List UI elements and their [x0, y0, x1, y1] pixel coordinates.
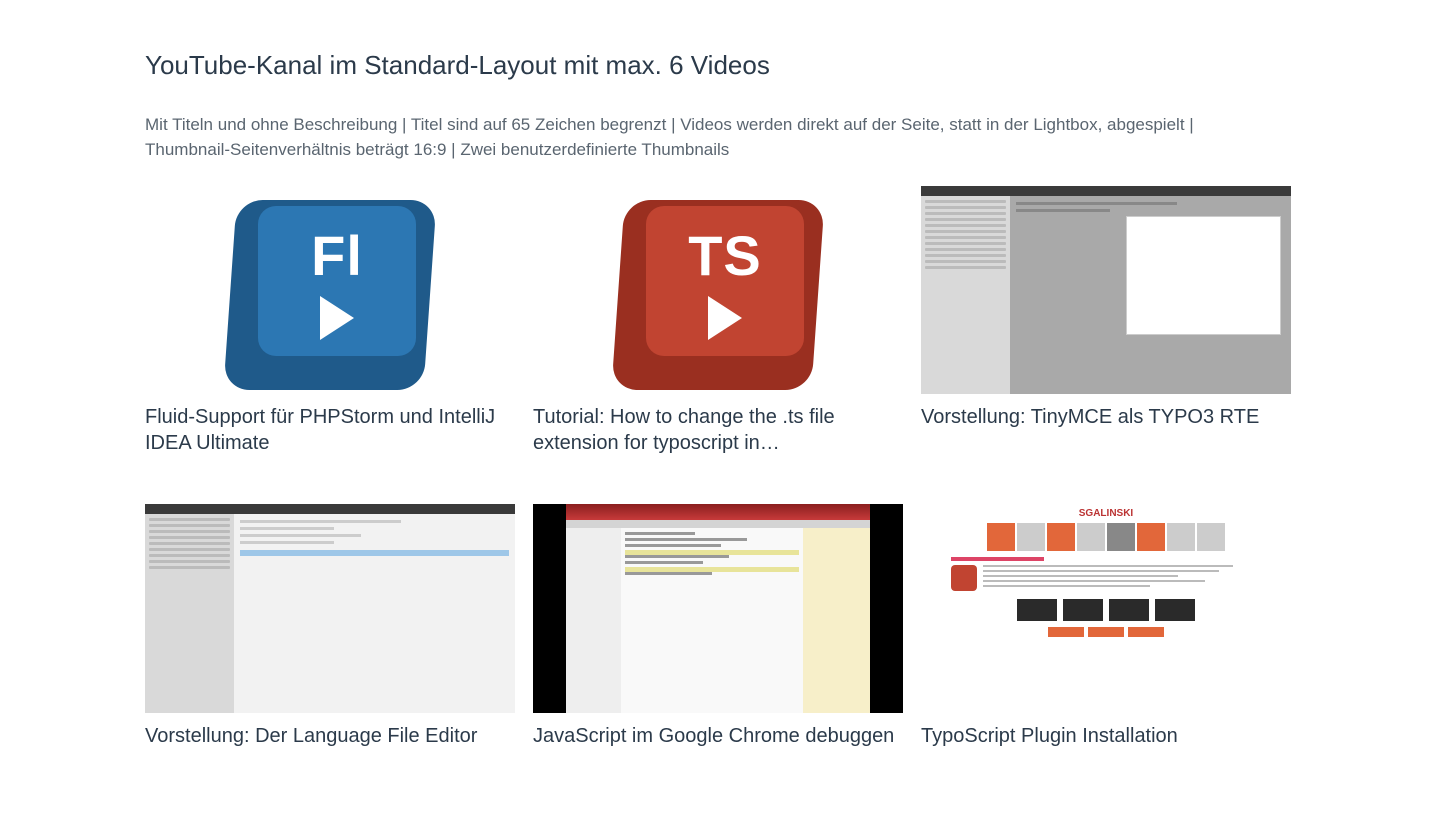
video-title: Fluid-Support für PHPStorm und IntelliJ …	[145, 404, 515, 456]
section-heading: YouTube-Kanal im Standard-Layout mit max…	[145, 50, 1291, 81]
section-subheading: Mit Titeln und ohne Beschreibung | Titel…	[145, 113, 1225, 162]
play-icon	[708, 296, 742, 340]
video-card[interactable]: TS Tutorial: How to change the .ts file …	[533, 186, 903, 456]
video-thumbnail[interactable]: TS	[533, 186, 903, 394]
video-card[interactable]: Vorstellung: TinyMCE als TYPO3 RTE	[921, 186, 1291, 456]
video-title: JavaScript im Google Chrome debuggen	[533, 723, 903, 749]
video-thumbnail[interactable]	[921, 186, 1291, 394]
video-thumbnail[interactable]: SGALINSKI	[921, 504, 1291, 712]
video-card[interactable]: Fl Fluid-Support für PHPStorm und Intell…	[145, 186, 515, 456]
video-title: Vorstellung: Der Language File Editor	[145, 723, 515, 749]
video-card[interactable]: Vorstellung: Der Language File Editor	[145, 504, 515, 748]
video-card[interactable]: JavaScript im Google Chrome debuggen	[533, 504, 903, 748]
video-title: Vorstellung: TinyMCE als TYPO3 RTE	[921, 404, 1291, 430]
keycap-label: Fl	[311, 223, 363, 288]
video-title: Tutorial: How to change the .ts file ext…	[533, 404, 903, 456]
video-card[interactable]: SGALINSKI	[921, 504, 1291, 748]
play-icon	[320, 296, 354, 340]
video-grid: Fl Fluid-Support für PHPStorm und Intell…	[145, 186, 1291, 748]
video-thumbnail[interactable]	[533, 504, 903, 712]
video-title: TypoScript Plugin Installation	[921, 723, 1291, 749]
video-thumbnail[interactable]: Fl	[145, 186, 515, 394]
brand-label: SGALINSKI	[921, 504, 1291, 523]
keycap-label: TS	[688, 223, 762, 288]
video-thumbnail[interactable]	[145, 504, 515, 712]
